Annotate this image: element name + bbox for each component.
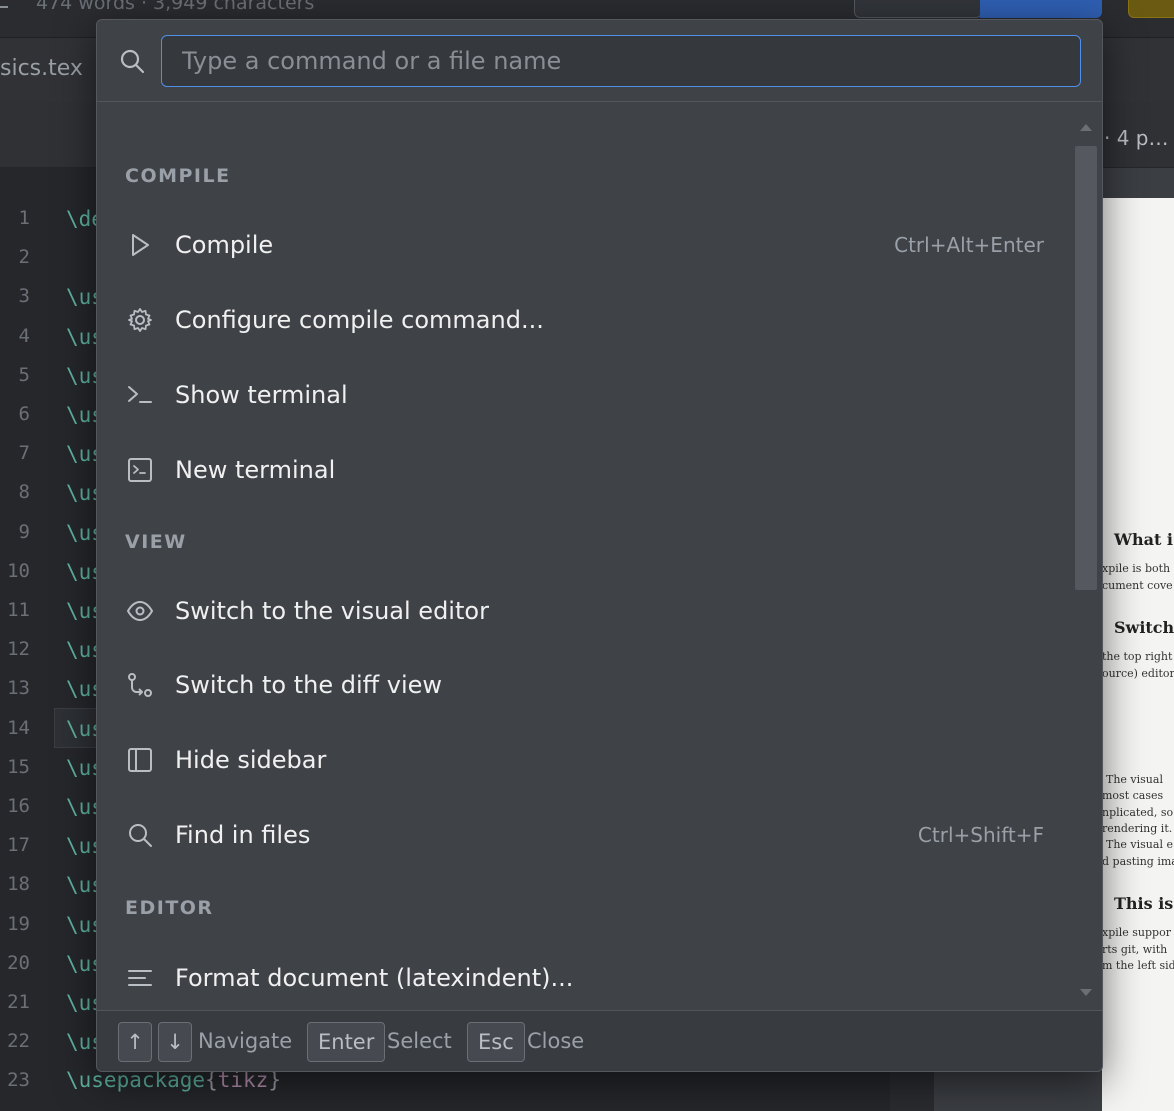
command-list: COMPILE Compile Ctrl+Alt+Enter Configure… xyxy=(97,103,1102,1010)
line-number: 22 xyxy=(7,1030,30,1053)
line-number: 17 xyxy=(7,834,30,857)
section-header-view: VIEW xyxy=(125,531,187,553)
preview-text: m the left sid xyxy=(1102,959,1174,972)
menu-icon[interactable] xyxy=(0,0,8,8)
git-compare-icon xyxy=(125,670,155,700)
command-new-terminal[interactable]: New terminal xyxy=(97,435,1072,505)
command-switch-diff-view[interactable]: Switch to the diff view xyxy=(97,650,1072,720)
line-number: 23 xyxy=(7,1069,30,1092)
command-shortcut: Ctrl+Shift+F xyxy=(917,823,1044,847)
command-label: Switch to the diff view xyxy=(175,671,443,699)
align-left-icon xyxy=(125,963,155,993)
terminal-box-icon xyxy=(125,455,155,485)
search-icon xyxy=(119,48,145,74)
command-compile[interactable]: Compile Ctrl+Alt+Enter xyxy=(97,210,1072,280)
command-label: Hide sidebar xyxy=(175,746,327,774)
command-switch-visual-editor[interactable]: Switch to the visual editor xyxy=(97,576,1072,646)
section-header-editor: EDITOR xyxy=(125,897,214,919)
visual-mode-button[interactable] xyxy=(854,0,982,18)
share-button[interactable] xyxy=(1128,0,1174,18)
preview-heading: This is xyxy=(1114,894,1174,913)
preview-text: The visual xyxy=(1106,773,1163,786)
preview-text: cument cove xyxy=(1102,579,1173,592)
palette-footer: ↑ ↓ Navigate Enter Select Esc Close xyxy=(97,1010,1102,1071)
line-number: 11 xyxy=(7,599,30,621)
key-down: ↓ xyxy=(158,1022,192,1062)
preview-text: most cases xyxy=(1102,789,1164,802)
palette-search-row xyxy=(97,20,1102,102)
preview-text: rendering it. xyxy=(1102,822,1173,835)
key-up: ↑ xyxy=(118,1022,152,1062)
command-label: Switch to the visual editor xyxy=(175,597,489,625)
play-icon xyxy=(125,230,155,260)
line-number: 14 xyxy=(7,716,30,739)
scroll-down-arrow-icon[interactable] xyxy=(1080,989,1092,996)
preview-text: nplicated, so xyxy=(1102,806,1174,819)
line-number: 8 xyxy=(18,481,30,504)
command-label: Find in files xyxy=(175,821,311,849)
line-number: 13 xyxy=(7,677,30,700)
line-number: 5 xyxy=(18,363,30,386)
line-number: 9 xyxy=(18,520,30,543)
line-number: 2 xyxy=(18,246,30,269)
line-number: 18 xyxy=(7,873,30,896)
preview-text: d pasting ima xyxy=(1102,855,1174,868)
line-number: 21 xyxy=(7,991,30,1013)
key-esc: Esc xyxy=(467,1022,525,1062)
line-number: 20 xyxy=(7,951,30,974)
command-label: Compile xyxy=(175,231,274,259)
palette-scrollbar[interactable] xyxy=(1073,116,1099,996)
search-icon xyxy=(125,820,155,850)
line-number: 6 xyxy=(18,403,30,425)
command-palette: COMPILE Compile Ctrl+Alt+Enter Configure… xyxy=(96,19,1103,1072)
preview-heading: Switchi xyxy=(1114,618,1174,637)
line-number: 1 xyxy=(18,207,30,229)
line-number: 10 xyxy=(7,559,30,582)
hint-select: Select xyxy=(387,1029,452,1053)
preview-text: The visual e xyxy=(1106,838,1173,851)
hint-close: Close xyxy=(527,1029,585,1053)
preview-text: xpile suppor xyxy=(1102,926,1171,939)
command-label: Configure compile command... xyxy=(175,306,544,334)
preview-text: the top right xyxy=(1102,650,1173,663)
line-number: 15 xyxy=(7,755,30,778)
command-hide-sidebar[interactable]: Hide sidebar xyxy=(97,725,1072,795)
preview-text: xpile is both xyxy=(1102,562,1171,575)
gear-icon xyxy=(125,305,155,335)
command-label: Show terminal xyxy=(175,381,348,409)
section-header-compile: COMPILE xyxy=(125,165,231,187)
command-label: New terminal xyxy=(175,456,336,484)
command-label: Format document (latexindent)... xyxy=(175,964,574,992)
line-number: 7 xyxy=(18,442,30,465)
command-show-terminal[interactable]: Show terminal xyxy=(97,360,1072,430)
line-number: 3 xyxy=(18,285,30,308)
pdf-page: What i xpile is both cument cove Switchi… xyxy=(1102,198,1174,1111)
line-number: 16 xyxy=(7,795,30,817)
command-format-document[interactable]: Format document (latexindent)... xyxy=(97,943,1072,1010)
page-count: · 4 p… xyxy=(1104,126,1169,150)
line-number: 4 xyxy=(18,324,30,347)
terminal-prompt-icon xyxy=(125,380,155,410)
scroll-up-arrow-icon[interactable] xyxy=(1080,124,1092,131)
command-find-in-files[interactable]: Find in files Ctrl+Shift+F xyxy=(97,800,1072,870)
file-tab[interactable]: sics.tex xyxy=(0,56,83,81)
sidebar-icon xyxy=(125,745,155,775)
command-search-input[interactable] xyxy=(161,35,1081,87)
command-configure-compile[interactable]: Configure compile command... xyxy=(97,285,1072,355)
preview-heading: What i xyxy=(1114,530,1174,549)
eye-icon xyxy=(125,596,155,626)
preview-text: ource) editor xyxy=(1102,667,1174,680)
scrollbar-thumb[interactable] xyxy=(1075,146,1097,590)
command-shortcut: Ctrl+Alt+Enter xyxy=(894,233,1044,257)
preview-text: rts git, with xyxy=(1102,943,1168,956)
hint-navigate: Navigate xyxy=(198,1029,293,1053)
word-count: 474 words · 3,949 characters xyxy=(36,0,315,14)
line-number: 12 xyxy=(7,638,30,661)
key-enter: Enter xyxy=(307,1022,386,1062)
line-number: 19 xyxy=(7,912,30,935)
source-mode-button[interactable] xyxy=(980,0,1102,18)
